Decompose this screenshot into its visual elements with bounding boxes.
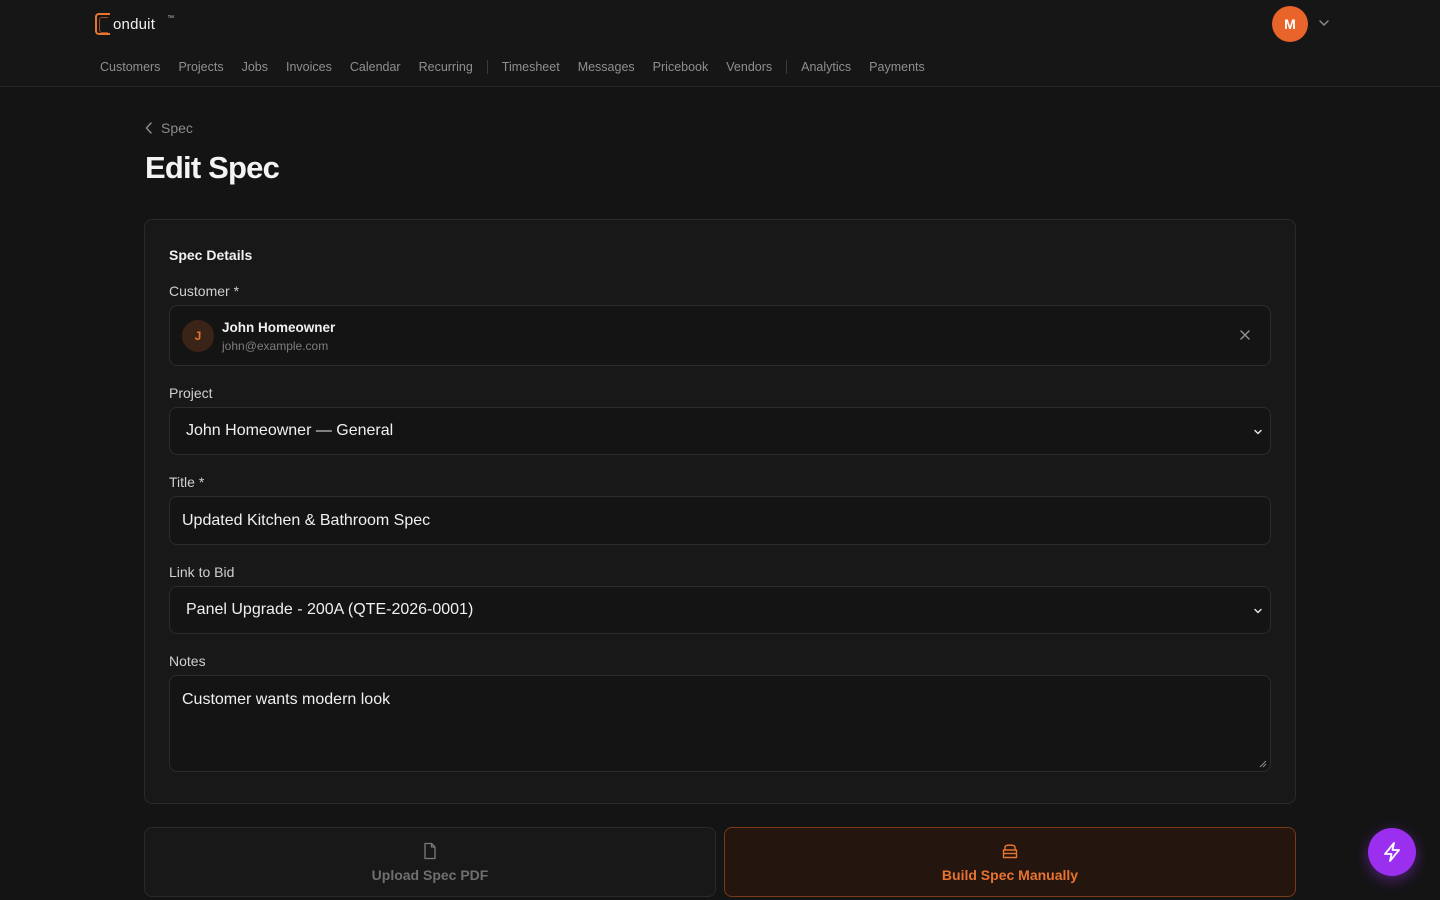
- customer-field[interactable]: J John Homeowner john@example.com: [169, 305, 1271, 366]
- back-link[interactable]: Spec: [145, 120, 193, 136]
- spec-details-card: Spec Details Customer * J John Homeowner…: [144, 219, 1296, 804]
- project-select[interactable]: John Homeowner — General: [169, 407, 1271, 455]
- nav-projects[interactable]: Projects: [178, 60, 223, 74]
- chevron-down-icon: [1254, 429, 1262, 435]
- title-value: Updated Kitchen & Bathroom Spec: [182, 512, 431, 529]
- build-spec-manually-button[interactable]: Build Spec Manually: [724, 827, 1296, 897]
- title-input[interactable]: Updated Kitchen & Bathroom Spec: [169, 496, 1271, 545]
- nav-vendors[interactable]: Vendors: [726, 60, 772, 74]
- toolbox-icon: [1002, 843, 1018, 858]
- breadcrumb-label: Spec: [161, 120, 193, 136]
- close-icon[interactable]: [1238, 328, 1252, 342]
- notes-textarea[interactable]: Customer wants modern look: [169, 675, 1271, 772]
- nav-customers[interactable]: Customers: [100, 60, 160, 74]
- notes-label: Notes: [169, 653, 206, 669]
- customer-label: Customer *: [169, 283, 240, 299]
- nav-pricebook[interactable]: Pricebook: [653, 60, 709, 74]
- customer-avatar: J: [182, 320, 214, 352]
- nav-messages[interactable]: Messages: [578, 60, 635, 74]
- logo-mark-icon: [95, 13, 110, 35]
- upload-spec-pdf-button[interactable]: Upload Spec PDF: [144, 827, 716, 897]
- nav-invoices[interactable]: Invoices: [286, 60, 332, 74]
- logo-text: onduit: [113, 15, 156, 33]
- project-label: Project: [169, 385, 213, 401]
- page-title: Edit Spec: [145, 150, 280, 185]
- logo-trademark: ™: [167, 14, 175, 22]
- top-header: onduit ™ M Customers Projects Jobs Invoi…: [0, 0, 1440, 87]
- chevron-down-icon[interactable]: [1316, 15, 1332, 31]
- resize-handle-icon[interactable]: [1259, 760, 1267, 768]
- bid-select[interactable]: Panel Upgrade - 200A (QTE-2026-0001): [169, 586, 1271, 634]
- nav-analytics[interactable]: Analytics: [801, 60, 851, 74]
- main-nav: Customers Projects Jobs Invoices Calenda…: [100, 58, 943, 76]
- file-icon: [424, 842, 436, 859]
- upload-label: Upload Spec PDF: [371, 866, 489, 883]
- bid-value: Panel Upgrade - 200A (QTE-2026-0001): [186, 601, 474, 618]
- conduit-logo[interactable]: onduit ™: [95, 12, 174, 36]
- nav-timesheet[interactable]: Timesheet: [502, 60, 560, 74]
- lightning-icon: [1384, 842, 1400, 862]
- user-avatar[interactable]: M: [1272, 6, 1308, 42]
- nav-recurring[interactable]: Recurring: [419, 60, 473, 74]
- customer-email: john@example.com: [222, 339, 329, 353]
- bid-label: Link to Bid: [169, 564, 235, 580]
- title-label: Title *: [169, 474, 205, 490]
- notes-value: Customer wants modern look: [182, 691, 391, 708]
- section-title: Spec Details: [169, 247, 253, 263]
- customer-name: John Homeowner: [222, 320, 336, 335]
- assistant-fab[interactable]: [1368, 828, 1416, 876]
- nav-jobs[interactable]: Jobs: [242, 60, 268, 74]
- nav-payments[interactable]: Payments: [869, 60, 925, 74]
- nav-divider: [486, 60, 488, 74]
- project-value: John Homeowner — General: [186, 422, 394, 439]
- nav-calendar[interactable]: Calendar: [350, 60, 401, 74]
- chevron-left-icon: [145, 122, 152, 134]
- chevron-down-icon: [1254, 608, 1262, 614]
- nav-divider: [786, 60, 788, 74]
- build-label: Build Spec Manually: [941, 866, 1079, 883]
